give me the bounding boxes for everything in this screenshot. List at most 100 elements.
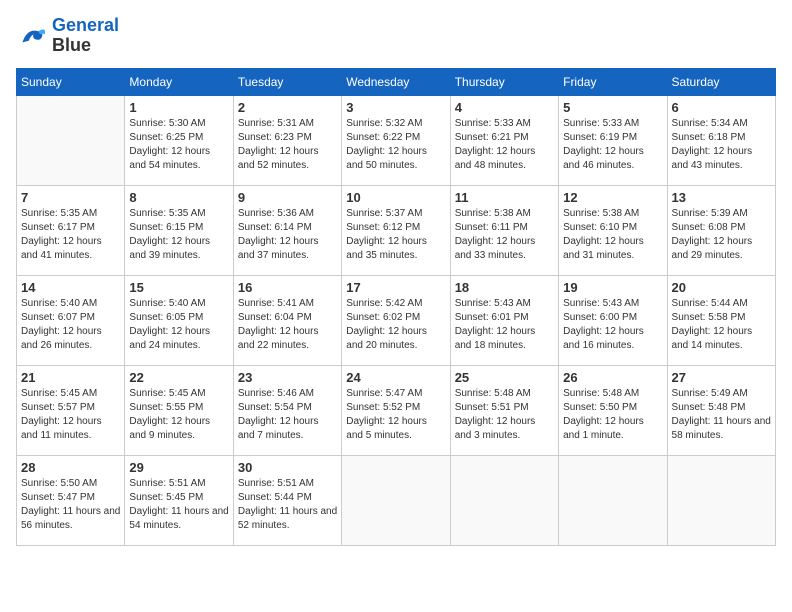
day-number: 25	[455, 370, 554, 385]
calendar-cell: 18 Sunrise: 5:43 AMSunset: 6:01 PMDayligh…	[450, 275, 558, 365]
day-info: Sunrise: 5:33 AMSunset: 6:19 PMDaylight:…	[563, 117, 662, 173]
day-info: Sunrise: 5:35 AMSunset: 6:17 PMDaylight:…	[21, 207, 120, 263]
logo: General Blue	[16, 16, 119, 56]
day-info: Sunrise: 5:43 AMSunset: 6:00 PMDaylight:…	[563, 297, 662, 353]
day-number: 22	[129, 370, 228, 385]
day-info: Sunrise: 5:35 AMSunset: 6:15 PMDaylight:…	[129, 207, 228, 263]
day-info: Sunrise: 5:45 AMSunset: 5:55 PMDaylight:…	[129, 387, 228, 443]
week-row-3: 14 Sunrise: 5:40 AMSunset: 6:07 PMDayligh…	[17, 275, 776, 365]
day-number: 30	[238, 460, 337, 475]
calendar-cell: 2 Sunrise: 5:31 AMSunset: 6:23 PMDaylight…	[233, 95, 341, 185]
day-number: 9	[238, 190, 337, 205]
day-info: Sunrise: 5:40 AMSunset: 6:05 PMDaylight:…	[129, 297, 228, 353]
calendar-table: SundayMondayTuesdayWednesdayThursdayFrid…	[16, 68, 776, 546]
day-info: Sunrise: 5:41 AMSunset: 6:04 PMDaylight:…	[238, 297, 337, 353]
day-info: Sunrise: 5:40 AMSunset: 6:07 PMDaylight:…	[21, 297, 120, 353]
calendar-cell: 25 Sunrise: 5:48 AMSunset: 5:51 PMDayligh…	[450, 365, 558, 455]
week-row-5: 28Sunrise: 5:50 AMSunset: 5:47 PMDayligh…	[17, 455, 776, 545]
calendar-cell: 27 Sunrise: 5:49 AMSunset: 5:48 PMDayligh…	[667, 365, 775, 455]
day-info: Sunrise: 5:32 AMSunset: 6:22 PMDaylight:…	[346, 117, 445, 173]
day-number: 4	[455, 100, 554, 115]
calendar-cell: 30Sunrise: 5:51 AMSunset: 5:44 PMDayligh…	[233, 455, 341, 545]
calendar-cell: 10Sunrise: 5:37 AMSunset: 6:12 PMDayligh…	[342, 185, 450, 275]
weekday-header-thursday: Thursday	[450, 68, 558, 95]
weekday-header-monday: Monday	[125, 68, 233, 95]
day-info: Sunrise: 5:48 AMSunset: 5:50 PMDaylight:…	[563, 387, 662, 443]
day-info: Sunrise: 5:38 AMSunset: 6:11 PMDaylight:…	[455, 207, 554, 263]
day-info: Sunrise: 5:39 AMSunset: 6:08 PMDaylight:…	[672, 207, 771, 263]
day-info: Sunrise: 5:31 AMSunset: 6:23 PMDaylight:…	[238, 117, 337, 173]
day-number: 2	[238, 100, 337, 115]
week-row-1: 1 Sunrise: 5:30 AMSunset: 6:25 PMDaylight…	[17, 95, 776, 185]
week-row-4: 21 Sunrise: 5:45 AMSunset: 5:57 PMDayligh…	[17, 365, 776, 455]
calendar-header-row: SundayMondayTuesdayWednesdayThursdayFrid…	[17, 68, 776, 95]
day-info: Sunrise: 5:49 AMSunset: 5:48 PMDaylight:…	[672, 387, 771, 443]
weekday-header-friday: Friday	[559, 68, 667, 95]
day-number: 26	[563, 370, 662, 385]
calendar-cell: 23 Sunrise: 5:46 AMSunset: 5:54 PMDayligh…	[233, 365, 341, 455]
calendar-cell: 4 Sunrise: 5:33 AMSunset: 6:21 PMDaylight…	[450, 95, 558, 185]
calendar-cell: 12 Sunrise: 5:38 AMSunset: 6:10 PMDayligh…	[559, 185, 667, 275]
day-info: Sunrise: 5:36 AMSunset: 6:14 PMDaylight:…	[238, 207, 337, 263]
logo-text: General Blue	[52, 16, 119, 56]
day-number: 12	[563, 190, 662, 205]
day-number: 23	[238, 370, 337, 385]
day-info: Sunrise: 5:38 AMSunset: 6:10 PMDaylight:…	[563, 207, 662, 263]
calendar-cell: 8 Sunrise: 5:35 AMSunset: 6:15 PMDaylight…	[125, 185, 233, 275]
day-number: 27	[672, 370, 771, 385]
day-number: 8	[129, 190, 228, 205]
calendar-cell	[450, 455, 558, 545]
day-number: 28	[21, 460, 120, 475]
day-number: 13	[672, 190, 771, 205]
day-info: Sunrise: 5:30 AMSunset: 6:25 PMDaylight:…	[129, 117, 228, 173]
day-info: Sunrise: 5:34 AMSunset: 6:18 PMDaylight:…	[672, 117, 771, 173]
calendar-cell: 28Sunrise: 5:50 AMSunset: 5:47 PMDayligh…	[17, 455, 125, 545]
calendar-cell: 22 Sunrise: 5:45 AMSunset: 5:55 PMDayligh…	[125, 365, 233, 455]
day-number: 15	[129, 280, 228, 295]
day-number: 5	[563, 100, 662, 115]
calendar-cell: 15 Sunrise: 5:40 AMSunset: 6:05 PMDayligh…	[125, 275, 233, 365]
weekday-header-tuesday: Tuesday	[233, 68, 341, 95]
calendar-cell: 3 Sunrise: 5:32 AMSunset: 6:22 PMDaylight…	[342, 95, 450, 185]
calendar-cell	[667, 455, 775, 545]
day-number: 17	[346, 280, 445, 295]
day-info: Sunrise: 5:48 AMSunset: 5:51 PMDaylight:…	[455, 387, 554, 443]
calendar-cell: 17Sunrise: 5:42 AMSunset: 6:02 PMDayligh…	[342, 275, 450, 365]
calendar-cell: 14 Sunrise: 5:40 AMSunset: 6:07 PMDayligh…	[17, 275, 125, 365]
weekday-header-sunday: Sunday	[17, 68, 125, 95]
calendar-cell	[17, 95, 125, 185]
calendar-cell	[559, 455, 667, 545]
day-info: Sunrise: 5:33 AMSunset: 6:21 PMDaylight:…	[455, 117, 554, 173]
calendar-cell: 5 Sunrise: 5:33 AMSunset: 6:19 PMDaylight…	[559, 95, 667, 185]
day-number: 21	[21, 370, 120, 385]
calendar-cell: 29Sunrise: 5:51 AMSunset: 5:45 PMDayligh…	[125, 455, 233, 545]
calendar-cell: 11 Sunrise: 5:38 AMSunset: 6:11 PMDayligh…	[450, 185, 558, 275]
calendar-cell: 16 Sunrise: 5:41 AMSunset: 6:04 PMDayligh…	[233, 275, 341, 365]
day-info: Sunrise: 5:51 AMSunset: 5:45 PMDaylight:…	[129, 477, 228, 533]
day-number: 16	[238, 280, 337, 295]
calendar-cell: 21 Sunrise: 5:45 AMSunset: 5:57 PMDayligh…	[17, 365, 125, 455]
day-info: Sunrise: 5:43 AMSunset: 6:01 PMDaylight:…	[455, 297, 554, 353]
weekday-header-wednesday: Wednesday	[342, 68, 450, 95]
calendar-cell: 24 Sunrise: 5:47 AMSunset: 5:52 PMDayligh…	[342, 365, 450, 455]
day-number: 3	[346, 100, 445, 115]
calendar-cell: 26 Sunrise: 5:48 AMSunset: 5:50 PMDayligh…	[559, 365, 667, 455]
day-number: 7	[21, 190, 120, 205]
weekday-header-saturday: Saturday	[667, 68, 775, 95]
day-info: Sunrise: 5:44 AMSunset: 5:58 PMDaylight:…	[672, 297, 771, 353]
day-number: 1	[129, 100, 228, 115]
calendar-cell: 1 Sunrise: 5:30 AMSunset: 6:25 PMDaylight…	[125, 95, 233, 185]
day-number: 18	[455, 280, 554, 295]
day-number: 24	[346, 370, 445, 385]
week-row-2: 7 Sunrise: 5:35 AMSunset: 6:17 PMDaylight…	[17, 185, 776, 275]
day-number: 20	[672, 280, 771, 295]
calendar-cell: 6Sunrise: 5:34 AMSunset: 6:18 PMDaylight…	[667, 95, 775, 185]
day-info: Sunrise: 5:45 AMSunset: 5:57 PMDaylight:…	[21, 387, 120, 443]
page-header: General Blue	[16, 16, 776, 56]
day-number: 11	[455, 190, 554, 205]
calendar-cell: 7 Sunrise: 5:35 AMSunset: 6:17 PMDaylight…	[17, 185, 125, 275]
day-number: 10	[346, 190, 445, 205]
day-info: Sunrise: 5:47 AMSunset: 5:52 PMDaylight:…	[346, 387, 445, 443]
day-info: Sunrise: 5:46 AMSunset: 5:54 PMDaylight:…	[238, 387, 337, 443]
day-number: 14	[21, 280, 120, 295]
